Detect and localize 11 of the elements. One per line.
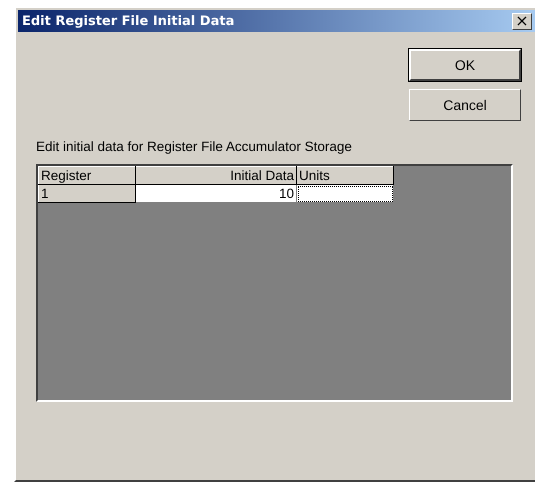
table-cell[interactable]: 10 [136, 184, 296, 202]
dialog-button[interactable]: Cancel [409, 89, 521, 121]
close-button[interactable]: × [512, 12, 532, 30]
column-header[interactable]: Initial Data [136, 166, 296, 184]
dialog-button[interactable]: OK [409, 49, 521, 81]
column-header[interactable]: Register [38, 166, 136, 184]
description-label: Edit initial data for Register File Accumulator Storage [36, 139, 353, 154]
table-cell[interactable] [296, 184, 394, 202]
row-header-cell[interactable]: 1 [38, 184, 136, 202]
column-header[interactable]: Units [296, 166, 394, 184]
window-title: Edit Register File Initial Data [22, 14, 234, 28]
